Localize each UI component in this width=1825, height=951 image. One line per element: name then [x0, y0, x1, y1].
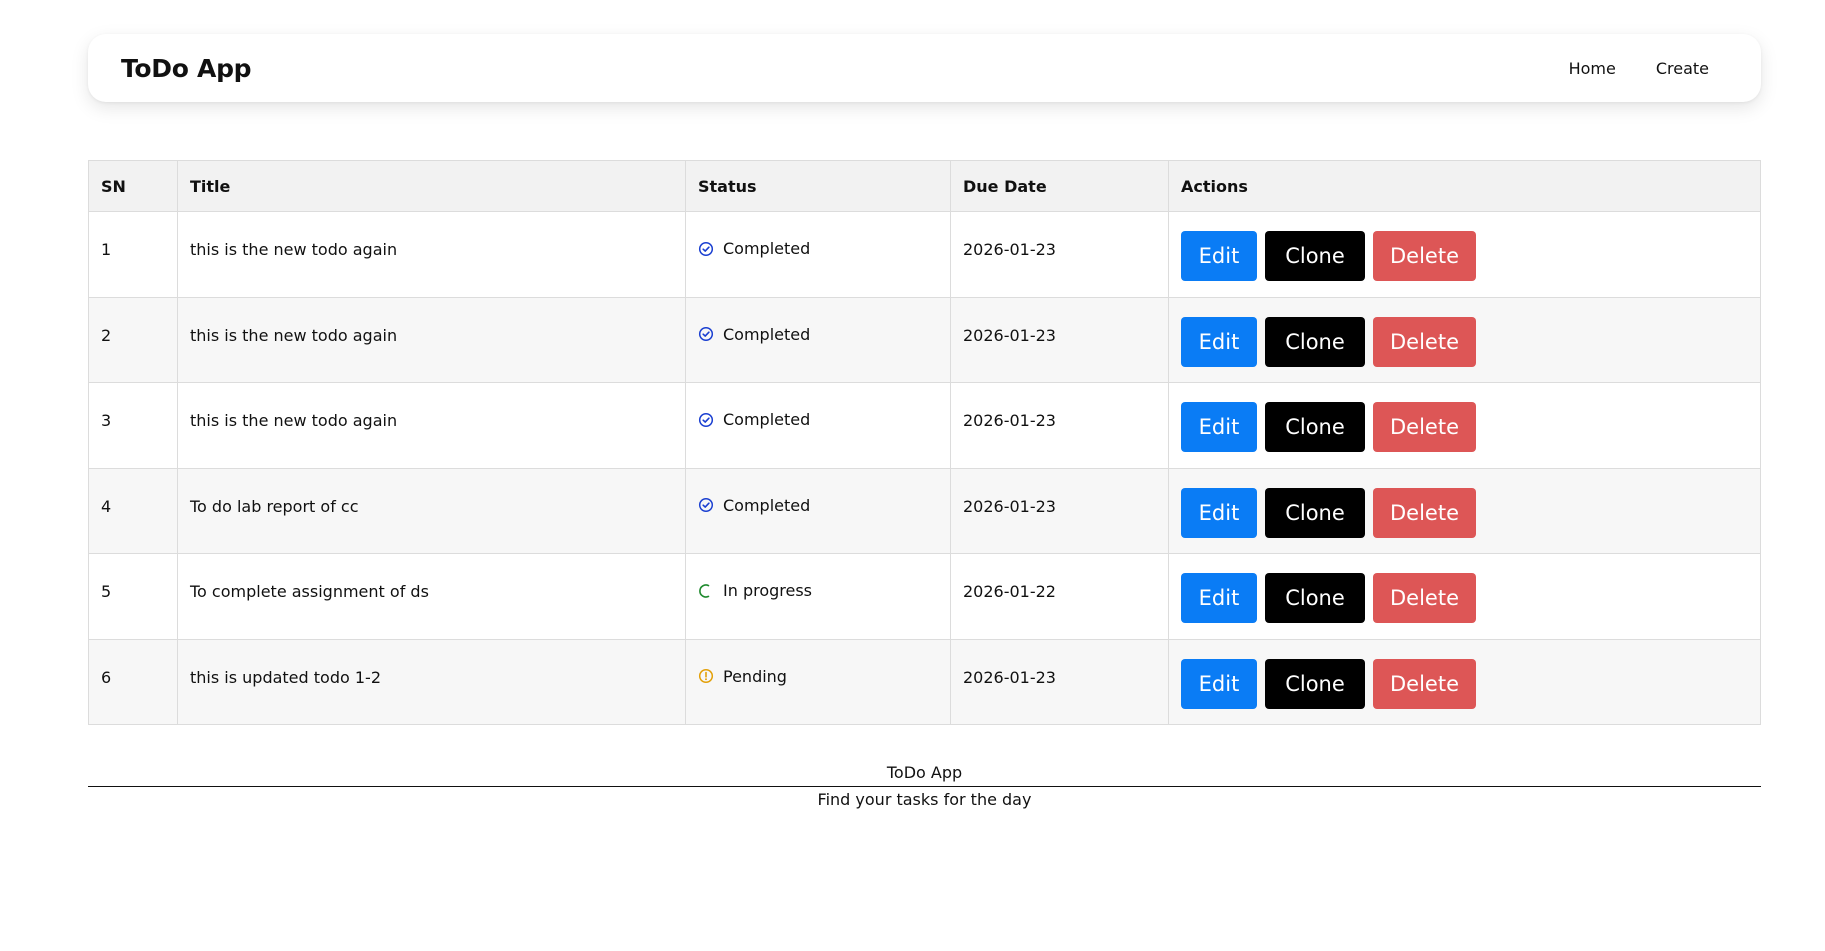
todo-table-container: SN Title Status Due Date Actions 1 this … — [88, 160, 1761, 725]
table-row: 6 this is updated todo 1-2 Pending 2026-… — [88, 638, 1761, 725]
clone-button[interactable]: Clone — [1265, 316, 1365, 367]
status-badge: Completed — [698, 410, 810, 429]
warning-circle-icon — [698, 668, 714, 684]
header-sn: SN — [88, 160, 178, 212]
action-buttons: Edit Clone Delete — [1181, 313, 1748, 367]
check-circle-icon — [698, 497, 714, 513]
cell-status: Pending — [685, 638, 951, 725]
action-buttons: Edit Clone Delete — [1181, 569, 1748, 624]
cell-title: this is updated todo 1-2 — [177, 638, 686, 725]
cell-title: To complete assignment of ds — [177, 553, 686, 640]
cell-status: In progress — [685, 553, 951, 640]
cell-sn: 5 — [88, 553, 178, 640]
footer-title: ToDo App — [886, 763, 963, 782]
cell-due-date: 2026-01-23 — [950, 296, 1169, 383]
status-badge: Pending — [698, 667, 787, 686]
cell-actions: Edit Clone Delete — [1168, 467, 1761, 554]
check-circle-icon — [698, 412, 714, 428]
cell-actions: Edit Clone Delete — [1168, 638, 1761, 725]
status-badge: Completed — [698, 496, 810, 515]
header-status: Status — [685, 160, 951, 212]
cell-title: this is the new todo again — [177, 382, 686, 469]
nav-link-create[interactable]: Create — [1656, 59, 1709, 78]
status-label: Completed — [723, 239, 811, 258]
delete-button[interactable]: Delete — [1373, 316, 1476, 367]
edit-button[interactable]: Edit — [1181, 402, 1257, 453]
delete-button[interactable]: Delete — [1373, 487, 1476, 538]
status-badge: Completed — [698, 239, 810, 258]
action-buttons: Edit Clone Delete — [1181, 227, 1748, 282]
cell-sn: 2 — [88, 296, 178, 383]
cell-status: Completed — [685, 467, 951, 554]
brand-title[interactable]: ToDo App — [121, 54, 252, 83]
action-buttons: Edit Clone Delete — [1181, 655, 1748, 709]
status-badge: In progress — [698, 581, 812, 600]
check-circle-icon — [698, 326, 714, 342]
cell-due-date: 2026-01-23 — [950, 638, 1169, 725]
cell-status: Completed — [685, 382, 951, 469]
cell-actions: Edit Clone Delete — [1168, 553, 1761, 640]
status-badge: Completed — [698, 325, 810, 344]
cell-title: this is the new todo again — [177, 211, 686, 298]
table-body: 1 this is the new todo again Completed 2… — [88, 211, 1761, 725]
header-title: Title — [177, 160, 686, 212]
clone-button[interactable]: Clone — [1265, 402, 1365, 453]
cell-actions: Edit Clone Delete — [1168, 211, 1761, 298]
edit-button[interactable]: Edit — [1181, 316, 1257, 367]
edit-button[interactable]: Edit — [1181, 487, 1257, 538]
cell-title: To do lab report of cc — [177, 467, 686, 554]
table-row: 4 To do lab report of cc Completed 2026-… — [88, 467, 1761, 554]
cell-actions: Edit Clone Delete — [1168, 382, 1761, 469]
table-row: 3 this is the new todo again Completed 2… — [88, 382, 1761, 469]
progress-arc-icon — [698, 583, 714, 599]
cell-due-date: 2026-01-23 — [950, 211, 1169, 298]
cell-due-date: 2026-01-22 — [950, 553, 1169, 640]
table-row: 1 this is the new todo again Completed 2… — [88, 211, 1761, 298]
edit-button[interactable]: Edit — [1181, 573, 1257, 624]
clone-button[interactable]: Clone — [1265, 487, 1365, 538]
edit-button[interactable]: Edit — [1181, 658, 1257, 709]
action-buttons: Edit Clone Delete — [1181, 484, 1748, 538]
check-circle-icon — [698, 241, 714, 257]
edit-button[interactable]: Edit — [1181, 231, 1257, 282]
footer-divider — [88, 786, 1761, 787]
cell-sn: 6 — [88, 638, 178, 725]
cell-due-date: 2026-01-23 — [950, 467, 1169, 554]
footer-subtitle: Find your tasks for the day — [817, 790, 1032, 809]
delete-button[interactable]: Delete — [1373, 402, 1476, 453]
footer: ToDo App Find your tasks for the day — [88, 762, 1761, 811]
cell-sn: 1 — [88, 211, 178, 298]
header-due-date: Due Date — [950, 160, 1169, 212]
cell-sn: 4 — [88, 467, 178, 554]
status-label: Completed — [723, 495, 811, 515]
cell-status: Completed — [685, 211, 951, 298]
clone-button[interactable]: Clone — [1265, 573, 1365, 624]
clone-button[interactable]: Clone — [1265, 658, 1365, 709]
status-label: In progress — [723, 581, 813, 600]
status-label: Completed — [723, 410, 811, 429]
nav-link-home[interactable]: Home — [1569, 59, 1616, 78]
delete-button[interactable]: Delete — [1373, 573, 1476, 624]
table-header-row: SN Title Status Due Date Actions — [88, 160, 1761, 212]
table-row: 2 this is the new todo again Completed 2… — [88, 296, 1761, 383]
delete-button[interactable]: Delete — [1373, 658, 1476, 709]
nav-links: Home Create — [1569, 59, 1709, 78]
status-label: Completed — [723, 324, 811, 344]
navbar: ToDo App Home Create — [88, 34, 1761, 102]
delete-button[interactable]: Delete — [1373, 231, 1476, 282]
action-buttons: Edit Clone Delete — [1181, 398, 1748, 453]
clone-button[interactable]: Clone — [1265, 231, 1365, 282]
status-label: Pending — [723, 666, 787, 686]
cell-status: Completed — [685, 296, 951, 383]
cell-sn: 3 — [88, 382, 178, 469]
cell-title: this is the new todo again — [177, 296, 686, 383]
todo-table: SN Title Status Due Date Actions 1 this … — [88, 160, 1761, 725]
table-row: 5 To complete assignment of ds In progre… — [88, 553, 1761, 640]
header-actions: Actions — [1168, 160, 1761, 212]
cell-due-date: 2026-01-23 — [950, 382, 1169, 469]
cell-actions: Edit Clone Delete — [1168, 296, 1761, 383]
